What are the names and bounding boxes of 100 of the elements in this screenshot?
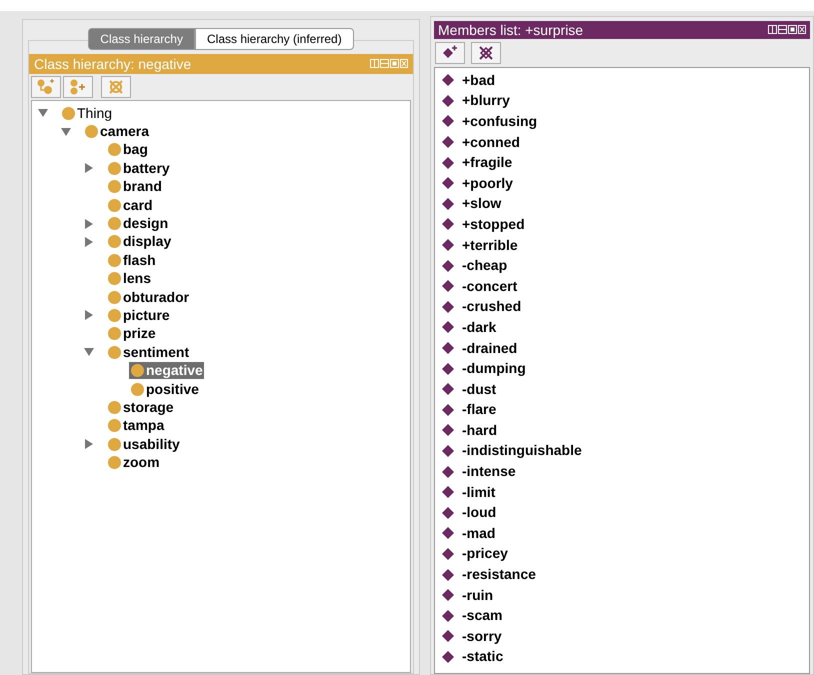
class-dot-icon xyxy=(108,456,121,470)
member-item[interactable]: -scam xyxy=(462,605,502,626)
expand-arrow-icon[interactable] xyxy=(84,163,94,174)
member-item[interactable]: -loud xyxy=(462,502,496,524)
class-dot-icon xyxy=(131,364,144,378)
tree-item[interactable]: display xyxy=(106,233,172,250)
tree-item[interactable]: bag xyxy=(106,141,149,158)
member-item[interactable]: -concert xyxy=(462,276,518,297)
member-item[interactable]: +bad xyxy=(462,70,496,91)
member-item[interactable]: -sorry xyxy=(462,626,502,647)
class-dot-icon xyxy=(108,290,121,304)
individual-diamond-icon xyxy=(442,218,454,230)
collapse-arrow-icon[interactable] xyxy=(61,126,71,137)
expand-arrow-icon[interactable] xyxy=(84,439,94,450)
member-item[interactable]: +slow xyxy=(462,193,502,214)
class-dot-icon xyxy=(108,217,121,230)
tree-item[interactable]: zoom xyxy=(106,454,161,472)
tree-item[interactable]: card xyxy=(106,196,154,214)
member-item[interactable]: -limit xyxy=(462,482,496,503)
class-dot-icon xyxy=(108,198,121,212)
member-item[interactable]: +stopped xyxy=(462,214,525,235)
individual-diamond-icon xyxy=(442,280,454,292)
delete-member-icon xyxy=(478,45,494,61)
individual-diamond-icon xyxy=(442,94,454,107)
member-item[interactable]: -intense xyxy=(462,461,516,482)
tree-item[interactable]: prize xyxy=(106,325,157,342)
member-item[interactable]: -static xyxy=(462,646,504,668)
collapse-arrow-icon[interactable] xyxy=(84,347,94,358)
collapse-arrow-icon[interactable] xyxy=(38,108,48,118)
member-item[interactable]: +fragile xyxy=(462,152,512,174)
expand-arrow-icon[interactable] xyxy=(84,236,94,247)
tree-item[interactable]: flash xyxy=(106,252,157,269)
individual-diamond-icon xyxy=(442,424,454,436)
member-item[interactable]: +confusing xyxy=(462,110,538,132)
member-item[interactable]: -ruin xyxy=(462,584,494,606)
class-dot-icon xyxy=(108,438,121,451)
class-dot-icon xyxy=(108,235,121,248)
member-item[interactable]: -mad xyxy=(462,522,496,544)
member-item[interactable]: -indistinguishable xyxy=(462,440,582,462)
individual-diamond-icon xyxy=(442,300,454,313)
individual-diamond-icon xyxy=(442,362,454,375)
add-member-button[interactable] xyxy=(435,42,465,64)
expand-arrow-icon[interactable] xyxy=(84,218,94,229)
individual-diamond-icon xyxy=(442,630,454,642)
tree-item[interactable]: Thing xyxy=(60,104,114,122)
class-dot-icon xyxy=(108,346,121,359)
tab[interactable]: Class hierarchy (inferred) xyxy=(194,28,354,50)
class-dot-icon xyxy=(108,419,121,432)
class-dot-icon xyxy=(108,272,121,286)
member-item[interactable]: -resistance xyxy=(462,564,536,586)
tree-item[interactable]: camera xyxy=(83,123,150,140)
tree-item[interactable]: brand xyxy=(106,178,163,196)
tree-item[interactable]: negative xyxy=(129,362,204,380)
member-item[interactable]: +conned xyxy=(462,132,520,153)
individual-diamond-icon xyxy=(442,136,454,148)
tree-item[interactable]: storage xyxy=(106,398,175,416)
member-item[interactable]: +terrible xyxy=(462,234,518,256)
class-dot-icon xyxy=(108,308,121,322)
panel-title: Class hierarchy: negative xyxy=(34,54,192,74)
class-dot-icon xyxy=(108,143,121,156)
member-item[interactable]: +blurry xyxy=(462,90,510,112)
delete-member-button[interactable] xyxy=(471,42,501,64)
tree-item[interactable]: picture xyxy=(106,306,171,324)
individual-diamond-icon xyxy=(442,321,454,334)
tab[interactable]: Class hierarchy xyxy=(88,28,195,50)
individual-diamond-icon xyxy=(442,177,454,190)
add-subclass-icon xyxy=(37,79,55,95)
tree-item[interactable]: battery xyxy=(106,160,171,177)
panel-title: Members list: +surprise xyxy=(438,20,584,40)
expand-arrow-icon[interactable] xyxy=(84,310,94,320)
individual-diamond-icon xyxy=(442,506,454,519)
member-item[interactable]: -dust xyxy=(462,378,496,400)
tree-item[interactable]: tampa xyxy=(106,417,166,434)
individual-diamond-icon xyxy=(442,548,454,560)
member-item[interactable]: -pricey xyxy=(462,543,508,564)
member-item[interactable]: -crushed xyxy=(462,296,522,318)
individual-diamond-icon xyxy=(442,527,454,540)
tree-item[interactable]: lens xyxy=(106,270,152,288)
member-item[interactable]: -flare xyxy=(462,399,496,420)
member-item[interactable]: -drained xyxy=(462,338,518,359)
add-member-icon xyxy=(442,45,458,61)
tree-item[interactable]: usability xyxy=(106,436,181,453)
class-dot-icon xyxy=(85,125,98,138)
member-item[interactable]: -dumping xyxy=(462,358,526,380)
tree-item[interactable]: design xyxy=(106,215,170,232)
individual-diamond-icon xyxy=(442,74,454,86)
tree-item[interactable]: obturador xyxy=(106,288,190,306)
member-item[interactable]: +poorly xyxy=(462,172,513,194)
class-dot-icon xyxy=(62,106,75,120)
tree-item[interactable]: sentiment xyxy=(106,344,190,361)
individual-diamond-icon xyxy=(442,404,454,416)
member-item[interactable]: -dark xyxy=(462,316,496,338)
individual-diamond-icon xyxy=(442,486,454,498)
tree-item[interactable]: positive xyxy=(129,380,200,398)
individual-diamond-icon xyxy=(442,650,454,663)
view-controls-icon[interactable] xyxy=(768,25,806,35)
member-item[interactable]: -cheap xyxy=(462,255,508,276)
member-item[interactable]: -hard xyxy=(462,420,497,441)
class-dot-icon xyxy=(108,254,121,267)
class-dot-icon xyxy=(131,382,144,396)
